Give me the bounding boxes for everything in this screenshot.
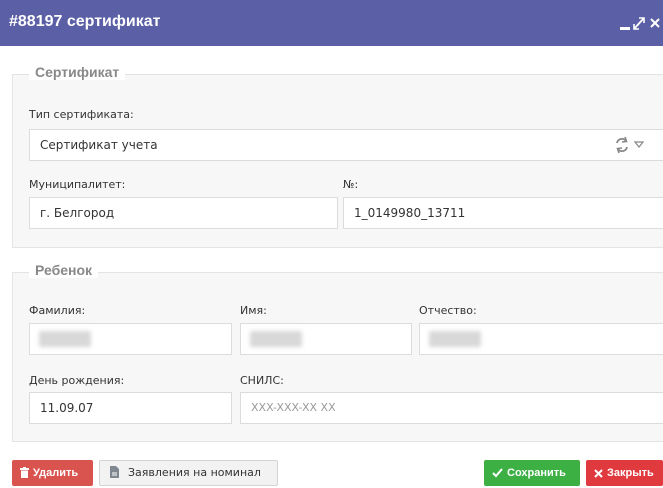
x-icon	[594, 462, 603, 488]
save-button[interactable]: Сохранить	[484, 460, 580, 486]
birthday-value: 11.09.07	[40, 401, 94, 415]
number-value: 1_0149980_13711	[354, 206, 466, 220]
first-name-label: Имя:	[240, 304, 267, 317]
applications-button[interactable]: Заявления на номинал	[99, 460, 278, 486]
municipality-label: Муниципалитет:	[29, 178, 126, 191]
dialog-content: Сертификат Тип сертификата: Сертификат у…	[0, 46, 663, 486]
applications-button-label: Заявления на номинал	[128, 466, 261, 479]
snils-field[interactable]: XXX-XXX-XX XX	[240, 392, 663, 424]
close-button-label: Закрыть	[607, 467, 654, 479]
birthday-label: День рождения:	[29, 374, 125, 387]
close-icon[interactable]	[649, 13, 661, 31]
close-button[interactable]: Закрыть	[586, 460, 663, 486]
certificate-legend: Сертификат	[29, 64, 126, 80]
municipality-field[interactable]: г. Белгород	[29, 197, 338, 229]
number-field[interactable]: 1_0149980_13711	[343, 197, 663, 229]
municipality-value: г. Белгород	[40, 206, 115, 220]
chevron-down-icon[interactable]	[633, 130, 645, 171]
certificate-type-select[interactable]: Сертификат учета	[29, 129, 663, 161]
child-section: Ребенок Фамилия: Имя: Отчество: День рож…	[12, 262, 663, 442]
redacted-value	[429, 331, 481, 347]
snils-label: СНИЛС:	[240, 374, 284, 387]
maximize-icon[interactable]	[632, 13, 646, 31]
refresh-icon[interactable]	[614, 130, 630, 171]
window-title: #88197 сертификат	[9, 13, 161, 30]
birthday-field[interactable]: 11.09.07	[29, 392, 232, 424]
window-titlebar: #88197 сертификат	[0, 0, 663, 46]
certificate-type-label: Тип сертификата:	[29, 108, 134, 121]
trash-icon	[20, 462, 29, 488]
redacted-value	[250, 331, 302, 347]
last-name-field[interactable]	[29, 323, 232, 355]
child-legend: Ребенок	[29, 262, 99, 278]
document-icon	[110, 463, 119, 487]
delete-button-label: Удалить	[33, 467, 79, 479]
patronymic-label: Отчество:	[419, 304, 477, 317]
save-button-label: Сохранить	[507, 467, 566, 479]
delete-button[interactable]: Удалить	[12, 460, 93, 486]
minimize-icon[interactable]	[619, 13, 631, 31]
patronymic-field[interactable]	[419, 323, 663, 355]
redacted-value	[39, 331, 91, 347]
number-label: №:	[343, 178, 359, 191]
certificate-section: Сертификат Тип сертификата: Сертификат у…	[12, 64, 663, 248]
check-icon	[492, 462, 503, 488]
last-name-label: Фамилия:	[29, 304, 86, 317]
certificate-type-value: Сертификат учета	[40, 138, 158, 152]
first-name-field[interactable]	[240, 323, 412, 355]
snils-placeholder: XXX-XXX-XX XX	[251, 401, 336, 414]
